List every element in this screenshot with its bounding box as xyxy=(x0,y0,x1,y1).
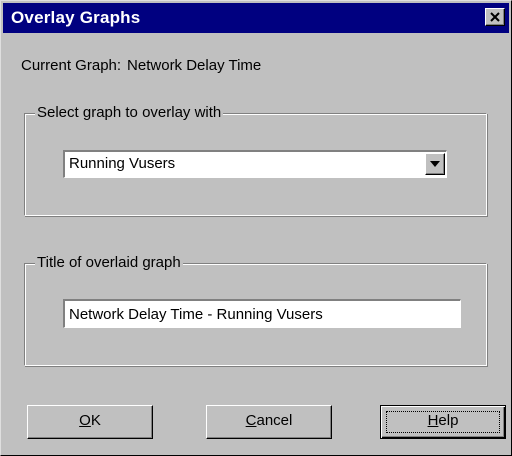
select-graph-group: Select graph to overlay with Running Vus… xyxy=(24,103,487,216)
title-bar: Overlay Graphs xyxy=(3,3,509,33)
close-button[interactable] xyxy=(485,8,505,26)
help-button[interactable]: Help xyxy=(380,405,506,439)
overlay-graphs-dialog: Overlay Graphs Current Graph: Network Del… xyxy=(0,0,512,456)
window-title: Overlay Graphs xyxy=(11,8,141,27)
close-icon xyxy=(490,12,500,22)
chevron-down-icon xyxy=(430,161,440,167)
overlaid-title-group: Title of overlaid graph xyxy=(24,253,487,366)
overlay-graph-selected-value: Running Vusers xyxy=(69,155,176,172)
overlay-graph-select[interactable]: Running Vusers xyxy=(63,150,447,178)
select-graph-legend: Select graph to overlay with xyxy=(35,103,224,123)
cancel-button[interactable]: Cancel xyxy=(206,405,332,439)
overlaid-title-input[interactable] xyxy=(63,299,461,328)
current-graph-value: Network Delay Time xyxy=(127,57,262,74)
current-graph-label: Current Graph: xyxy=(21,57,122,74)
dropdown-button[interactable] xyxy=(425,153,445,175)
overlaid-title-legend: Title of overlaid graph xyxy=(35,253,183,273)
ok-button[interactable]: OK xyxy=(27,405,153,439)
current-graph-line: Current Graph: Network Delay Time xyxy=(21,57,261,74)
